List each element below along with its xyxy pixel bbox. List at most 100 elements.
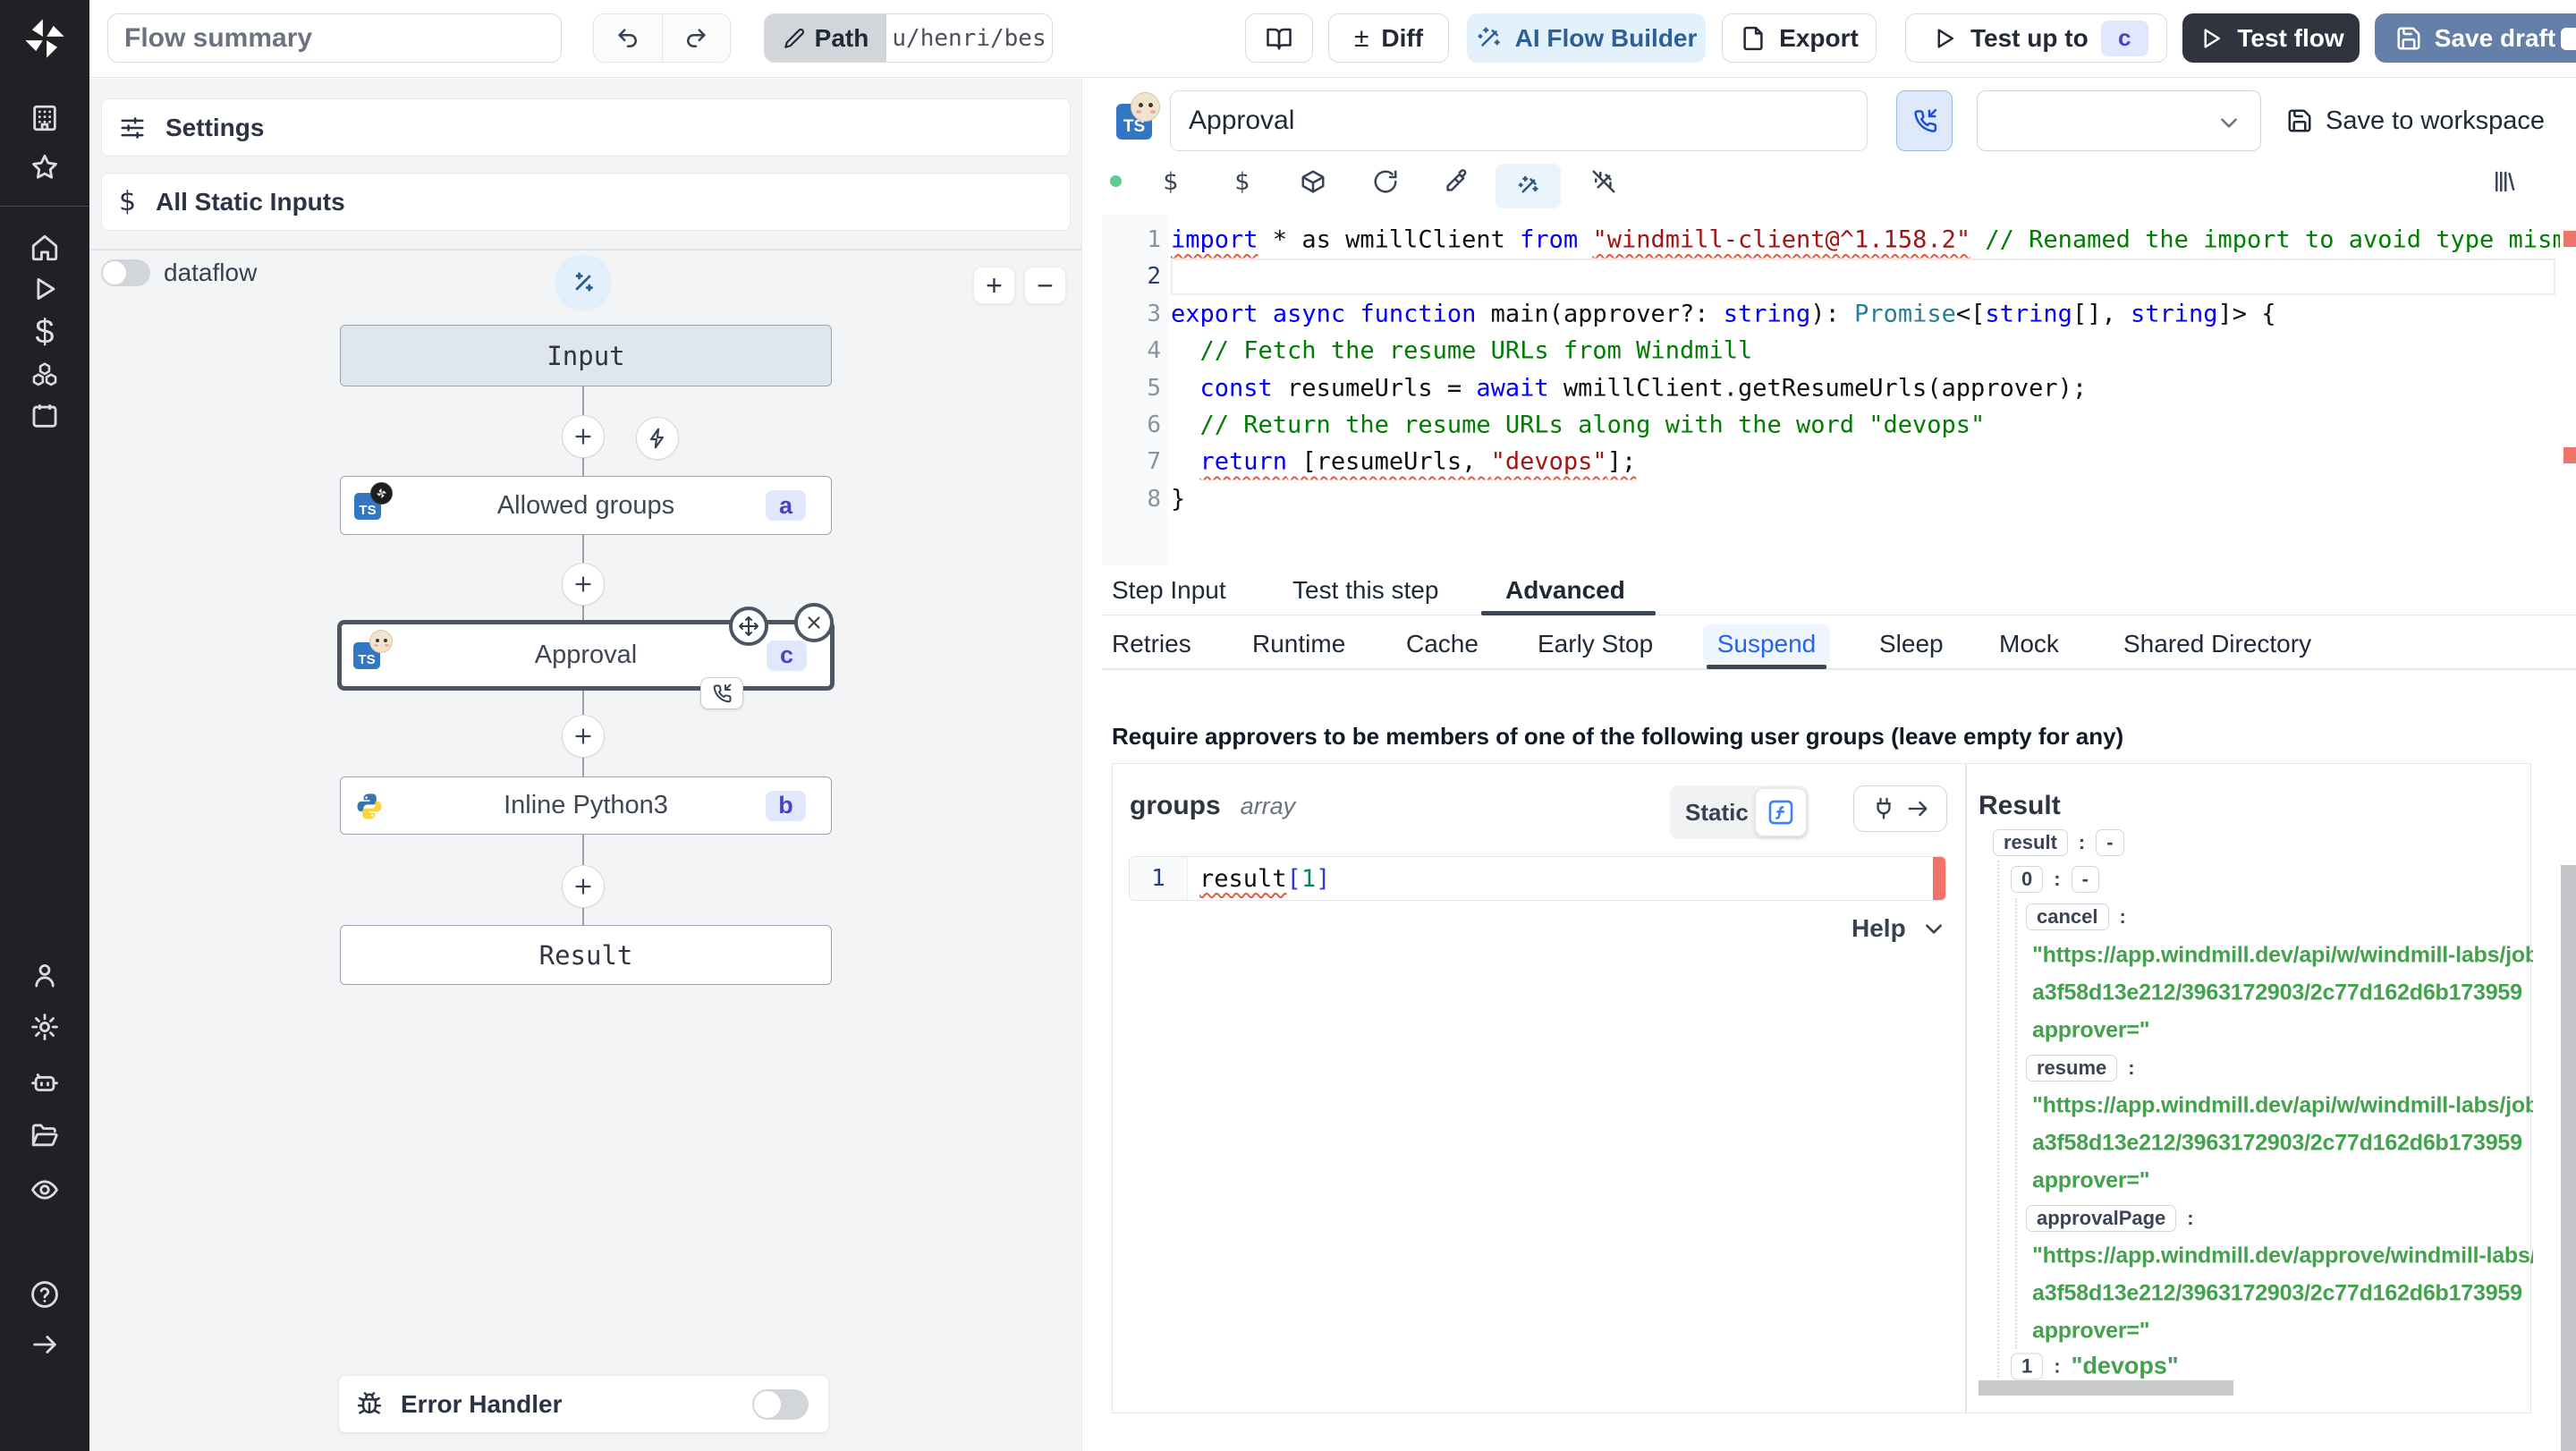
subtab-retries[interactable]: Retries <box>1112 619 1191 668</box>
variables-tool-icon[interactable]: $ <box>1148 159 1193 204</box>
path-button[interactable]: Path u/henri/bes <box>764 13 1053 63</box>
json-key-approval-page[interactable]: approvalPage <box>2026 1205 2177 1232</box>
collapse-button[interactable]: - <box>2096 829 2124 856</box>
subtab-runtime[interactable]: Runtime <box>1252 619 1345 668</box>
wand-off-tool-icon[interactable] <box>1581 159 1626 204</box>
dataflow-toggle-knob <box>103 261 126 284</box>
json-key-1[interactable]: 1 <box>2011 1353 2044 1379</box>
add-step-button-4[interactable] <box>562 865 605 908</box>
book-open-icon <box>1267 28 1292 49</box>
delete-step-button[interactable] <box>794 603 834 642</box>
zoom-out-button[interactable]: − <box>1024 267 1066 304</box>
subtab-sleep[interactable]: Sleep <box>1879 619 1944 668</box>
flow-node-result[interactable]: Result <box>340 925 832 985</box>
json-key-result[interactable]: result <box>1993 829 2068 856</box>
suspend-phone-button[interactable] <box>1896 90 1953 151</box>
schedules-calendar-icon[interactable] <box>30 401 60 431</box>
connect-input-button[interactable] <box>1853 785 1947 832</box>
diff-label: Diff <box>1381 23 1424 52</box>
reload-tool-icon[interactable] <box>1363 159 1408 204</box>
resources-tool-icon[interactable]: $ <box>1220 159 1265 204</box>
panel-vertical-scrollbar[interactable] <box>2561 865 2576 1451</box>
add-step-button-2[interactable] <box>562 563 605 606</box>
add-step-button-3[interactable] <box>562 715 605 758</box>
json-row-approval-page[interactable]: approvalPage : <box>2026 1205 2194 1232</box>
json-key-0[interactable]: 0 <box>2011 866 2044 893</box>
add-step-button-1[interactable] <box>562 415 605 458</box>
workers-bot-icon[interactable] <box>30 1067 60 1098</box>
user-icon[interactable] <box>30 960 60 990</box>
collapse-button[interactable]: - <box>2071 866 2099 893</box>
zoom-in-button[interactable]: + <box>973 267 1015 304</box>
save-draft-button[interactable]: Save draft <box>2375 13 2576 63</box>
save-to-workspace-button[interactable]: Save to workspace <box>2286 100 2545 141</box>
tab-advanced[interactable]: Advanced <box>1505 565 1625 615</box>
subtab-cache[interactable]: Cache <box>1406 619 1479 668</box>
help-icon[interactable] <box>30 1279 60 1310</box>
undo-button[interactable] <box>594 14 662 62</box>
groups-expression-editor[interactable]: 1 result[1] <box>1129 856 1946 901</box>
test-flow-button[interactable]: Test flow <box>2182 13 2360 63</box>
audit-eye-icon[interactable] <box>30 1175 60 1205</box>
suspend-box-divider <box>1965 763 1967 1413</box>
kind-select[interactable] <box>1977 90 2261 151</box>
all-static-inputs-button[interactable]: $ All Static Inputs <box>101 173 1071 231</box>
step-name-input[interactable]: Approval <box>1170 90 1868 151</box>
plug-icon <box>1876 797 1891 819</box>
error-handler-toggle[interactable] <box>752 1389 809 1420</box>
docs-button[interactable] <box>1245 13 1313 63</box>
magic-wand-icon <box>1518 175 1538 193</box>
library-tool-icon[interactable] <box>2482 159 2527 204</box>
json-row-cancel[interactable]: cancel : <box>2026 904 2126 930</box>
flow-settings-button[interactable]: Settings <box>101 98 1071 157</box>
active-subtab-underline <box>1707 665 1826 669</box>
chevron-down-icon <box>2221 118 2237 128</box>
json-row-1[interactable]: 1 : "devops" <box>2011 1353 2179 1380</box>
app-sidebar: $ <box>0 0 89 1451</box>
subtab-mock[interactable]: Mock <box>1999 619 2059 668</box>
flow-summary-input[interactable]: Flow summary <box>107 13 562 63</box>
json-row-resume[interactable]: resume : <box>2026 1055 2135 1082</box>
resources-boxes-icon[interactable] <box>30 359 60 389</box>
subtab-shared-directory[interactable]: Shared Directory <box>2123 619 2311 668</box>
json-key-cancel[interactable]: cancel <box>2026 904 2109 930</box>
dataflow-toggle[interactable] <box>101 259 150 286</box>
collapse-arrow-icon[interactable] <box>30 1329 60 1360</box>
test-up-to-button[interactable]: Test up to c <box>1905 13 2167 63</box>
tab-step-input[interactable]: Step Input <box>1112 565 1226 615</box>
subtab-early-stop[interactable]: Early Stop <box>1538 619 1653 668</box>
tab-test-this-step[interactable]: Test this step <box>1292 565 1438 615</box>
package-tool-icon[interactable] <box>1291 159 1335 204</box>
json-row-0[interactable]: 0 : - <box>2011 866 2099 893</box>
approval-badge: c <box>767 640 807 671</box>
javascript-mode-button[interactable] <box>1755 788 1807 836</box>
flow-settings-label: Settings <box>165 113 265 141</box>
ai-graph-wand-button[interactable] <box>555 254 612 311</box>
ai-assist-tool-active[interactable] <box>1496 164 1561 208</box>
favorites-star-icon[interactable] <box>30 152 60 182</box>
export-button[interactable]: Export <box>1722 13 1877 63</box>
move-step-handle[interactable] <box>729 607 768 646</box>
json-row-result[interactable]: result : - <box>1993 829 2124 856</box>
ai-flow-builder-button[interactable]: AI Flow Builder <box>1467 13 1706 63</box>
windmill-flow-editor: $ Flow summary Path u/henri/bes ± Diff A… <box>0 0 2576 1451</box>
help-link[interactable]: Help <box>1852 914 1945 943</box>
trigger-button[interactable] <box>636 417 679 460</box>
redo-button[interactable] <box>661 14 731 62</box>
folders-icon[interactable] <box>30 1121 60 1151</box>
flow-node-allowed-groups[interactable]: TS Allowed groups a <box>340 476 832 535</box>
variables-dollar-icon[interactable]: $ <box>35 314 54 352</box>
workspace-building-icon[interactable] <box>30 103 60 133</box>
format-brush-tool-icon[interactable] <box>1434 159 1479 204</box>
flow-node-input[interactable]: Input <box>340 325 832 386</box>
subtab-suspend-active[interactable]: Suspend <box>1703 624 1830 664</box>
diff-button[interactable]: ± Diff <box>1328 13 1449 63</box>
error-handler-node[interactable]: Error Handler <box>338 1375 829 1433</box>
json-key-resume[interactable]: resume <box>2026 1055 2118 1082</box>
windmill-logo-icon[interactable] <box>21 15 68 62</box>
result-horizontal-scrollbar[interactable] <box>1979 1380 2233 1396</box>
flow-node-inline-python[interactable]: Inline Python3 b <box>340 776 832 835</box>
settings-gear-icon[interactable] <box>30 1012 60 1042</box>
runs-play-icon[interactable] <box>30 274 60 304</box>
home-icon[interactable] <box>30 233 60 263</box>
